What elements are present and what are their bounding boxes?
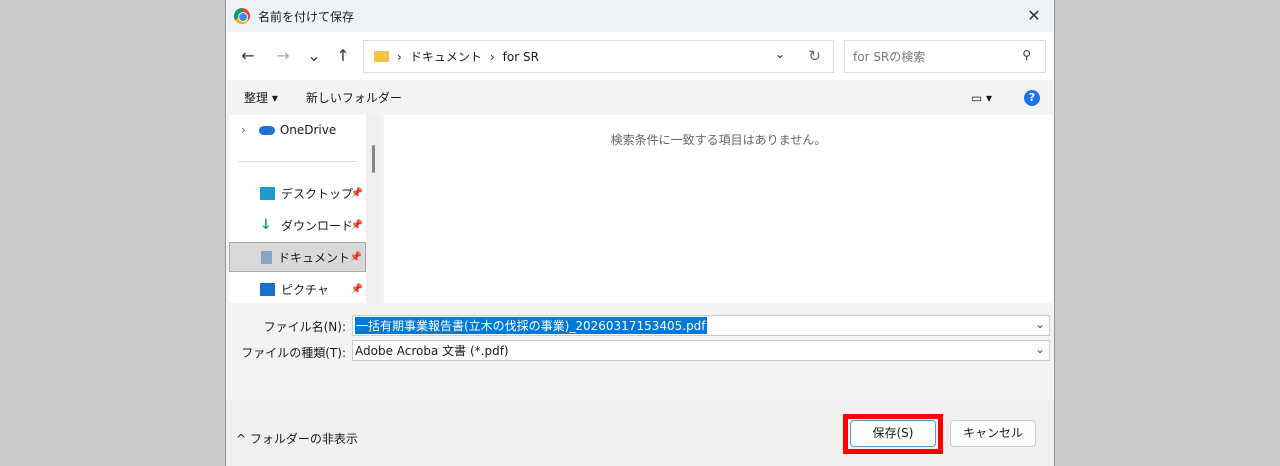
close-button[interactable]: ✕ xyxy=(1022,4,1046,28)
toolbar: 整理 ▾ 新しいフォルダー ▭ ▾ ? xyxy=(226,80,1054,115)
sidebar-item-downloads[interactable]: ↓ ダウンロード 📌 xyxy=(229,210,366,240)
sidebar-label: デスクトップ xyxy=(281,186,354,201)
filetype-dropdown-icon[interactable]: ⌄ xyxy=(1035,342,1045,356)
title-bar: 名前を付けて保存 ✕ xyxy=(226,0,1054,32)
sidebar-item-documents[interactable]: ドキュメント 📌 xyxy=(229,242,366,272)
sidebar-label: ダウンロード xyxy=(281,218,354,233)
sidebar-scrollbar[interactable] xyxy=(366,115,381,303)
pictures-icon xyxy=(260,282,275,296)
download-icon: ↓ xyxy=(260,216,272,233)
pin-icon[interactable]: 📌 xyxy=(351,284,363,295)
save-as-dialog: 名前を付けて保存 ✕ ← → ⌄ ↑ › ドキュメント › for SR ⌄ ↻… xyxy=(225,0,1055,466)
dialog-title: 名前を付けて保存 xyxy=(258,9,355,24)
save-button[interactable]: 保存(S) xyxy=(850,420,936,447)
new-folder-button[interactable]: 新しいフォルダー xyxy=(306,89,402,106)
hide-folders-button[interactable]: ^ フォルダーの非表示 xyxy=(236,430,358,447)
address-bar[interactable]: › ドキュメント › for SR ⌄ ↻ xyxy=(363,40,834,73)
sidebar-item-pictures[interactable]: ピクチャ 📌 xyxy=(229,274,366,304)
refresh-icon[interactable]: ↻ xyxy=(808,47,821,65)
organize-button[interactable]: 整理 ▾ xyxy=(244,89,278,106)
divider xyxy=(237,161,357,162)
filetype-value: Adobe Acroba 文書 (*.pdf) xyxy=(355,344,509,358)
filename-value: 一括有期事業報告書(立木の伐採の事業)_20260317153405.pdf xyxy=(355,317,707,334)
pin-icon[interactable]: 📌 xyxy=(351,220,363,231)
breadcrumb-for-sr[interactable]: for SR xyxy=(503,50,539,64)
cancel-button[interactable]: キャンセル xyxy=(950,420,1036,447)
scrollbar-thumb[interactable] xyxy=(372,145,375,173)
footer: ^ フォルダーの非表示 保存(S) キャンセル xyxy=(226,400,1054,466)
up-button[interactable]: ↑ xyxy=(331,44,355,68)
navigation-pane: › OneDrive デスクトップ 📌 ↓ ダウンロード 📌 ドキュメント 📌 ピクチャ… xyxy=(229,115,366,303)
filetype-label: ファイルの種類(T): xyxy=(241,346,346,360)
search-input[interactable]: for SRの検索 ⚲ xyxy=(844,40,1046,73)
onedrive-icon xyxy=(258,125,275,135)
sidebar-label: ドキュメント xyxy=(278,250,351,265)
forward-button[interactable]: → xyxy=(271,44,295,68)
breadcrumb-documents[interactable]: ドキュメント xyxy=(410,48,482,65)
filetype-select[interactable]: Adobe Acroba 文書 (*.pdf) ⌄ xyxy=(352,340,1050,361)
filename-label: ファイル名(N): xyxy=(263,320,346,334)
search-icon[interactable]: ⚲ xyxy=(1022,48,1031,62)
help-icon[interactable]: ? xyxy=(1024,89,1040,106)
pin-icon[interactable]: 📌 xyxy=(351,188,363,199)
sidebar-item-desktop[interactable]: デスクトップ 📌 xyxy=(229,178,366,208)
documents-icon xyxy=(261,250,272,264)
filename-dropdown-icon[interactable]: ⌄ xyxy=(1035,317,1045,331)
sidebar-item-onedrive[interactable]: › OneDrive xyxy=(229,115,366,145)
view-options-button[interactable]: ▭ ▾ xyxy=(971,91,992,105)
filename-input[interactable]: 一括有期事業報告書(立木の伐採の事業)_20260317153405.pdf ⌄ xyxy=(352,315,1050,336)
empty-message: 検索条件に一致する項目はありません。 xyxy=(610,133,827,147)
back-button[interactable]: ← xyxy=(236,44,260,68)
chrome-icon xyxy=(234,8,250,24)
recent-locations-button[interactable]: ⌄ xyxy=(302,44,326,68)
breadcrumb-separator: › xyxy=(489,49,495,64)
desktop-icon xyxy=(260,186,275,200)
navigation-bar: ← → ⌄ ↑ › ドキュメント › for SR ⌄ ↻ for SRの検索 … xyxy=(226,32,1054,80)
sidebar-label: ピクチャ xyxy=(281,282,329,297)
expand-icon[interactable]: › xyxy=(241,123,246,137)
folder-icon xyxy=(374,51,389,62)
search-placeholder: for SRの検索 xyxy=(853,50,926,64)
address-dropdown-icon[interactable]: ⌄ xyxy=(775,47,785,61)
sidebar-label: OneDrive xyxy=(279,123,337,137)
file-list: 検索条件に一致する項目はありません。 xyxy=(384,115,1053,303)
pin-icon[interactable]: 📌 xyxy=(350,252,362,263)
breadcrumb-separator: › xyxy=(397,49,402,64)
